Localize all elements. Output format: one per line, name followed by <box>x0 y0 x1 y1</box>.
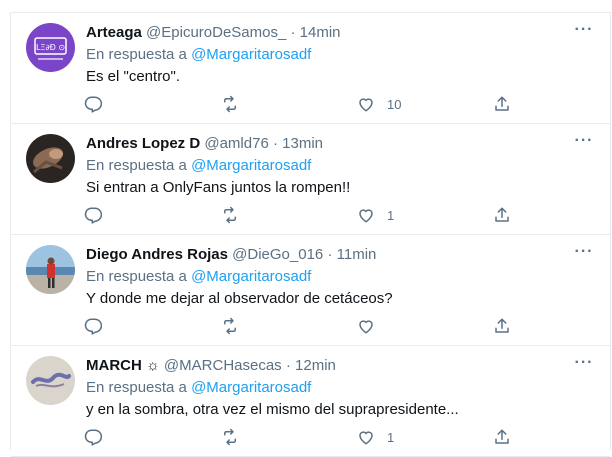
avatar[interactable] <box>26 134 75 183</box>
tweet[interactable]: LΞ∂Ð ⊙ Arteaga @EpicuroDeSamos_ · 14min … <box>11 13 610 124</box>
tweet-header: MARCH ☼ @MARCHasecas · 12min <box>86 356 336 376</box>
like-button[interactable] <box>357 315 387 337</box>
display-name[interactable]: Andres Lopez D <box>86 135 200 152</box>
tweet-text: Es el "centro". <box>86 68 181 85</box>
reply-icon <box>84 318 102 335</box>
reply-button[interactable] <box>84 426 102 448</box>
display-name[interactable]: Arteaga <box>86 24 142 41</box>
separator-dot: · <box>327 246 333 263</box>
reply-prefix: En respuesta a <box>86 157 187 174</box>
reply-context: En respuesta a @Margaritarosadf <box>86 267 311 287</box>
tweet[interactable]: MARCH ☼ @MARCHasecas · 12min ··· En resp… <box>11 346 610 457</box>
username[interactable]: @EpicuroDeSamos_ <box>146 24 286 41</box>
avatar-image <box>26 356 75 405</box>
username[interactable]: @amld76 <box>204 135 268 152</box>
share-icon <box>495 429 509 444</box>
action-bar <box>11 315 610 339</box>
retweet-button[interactable] <box>221 426 239 448</box>
tweet-header: Andres Lopez D @amld76 · 13min <box>86 134 323 154</box>
share-icon <box>495 318 509 333</box>
more-icon[interactable]: ··· <box>574 133 594 154</box>
display-name[interactable]: Diego Andres Rojas <box>86 246 228 263</box>
avatar[interactable] <box>26 356 75 405</box>
avatar-image: LΞ∂Ð ⊙ <box>26 23 75 72</box>
retweet-button[interactable] <box>221 204 239 226</box>
separator-dot: · <box>272 135 278 152</box>
timestamp[interactable]: 12min <box>295 357 336 374</box>
separator-dot: · <box>285 357 291 374</box>
reply-button[interactable] <box>84 93 102 115</box>
username[interactable]: @MARCHasecas <box>164 357 282 374</box>
like-button[interactable]: 1 <box>357 426 394 448</box>
like-button[interactable]: 1 <box>357 204 394 226</box>
reply-prefix: En respuesta a <box>86 46 187 63</box>
heart-icon <box>359 98 373 112</box>
mention-link[interactable]: @Margaritarosadf <box>191 268 311 285</box>
heart-icon <box>359 320 373 334</box>
share-icon <box>495 207 509 222</box>
share-icon <box>495 96 509 111</box>
retweet-button[interactable] <box>221 93 239 115</box>
reply-feed: LΞ∂Ð ⊙ Arteaga @EpicuroDeSamos_ · 14min … <box>10 12 611 457</box>
avatar-image <box>26 134 75 183</box>
more-icon[interactable]: ··· <box>574 355 594 376</box>
username[interactable]: @DieGo_016 <box>232 246 323 263</box>
timestamp[interactable]: 11min <box>337 246 377 263</box>
mention-link[interactable]: @Margaritarosadf <box>191 46 311 63</box>
tweet-text: Y donde me dejar al observador de cetáce… <box>86 290 393 307</box>
reply-context: En respuesta a @Margaritarosadf <box>86 156 311 176</box>
avatar-logo-text: LΞ∂Ð ⊙ <box>36 43 65 52</box>
timestamp[interactable]: 13min <box>282 135 323 152</box>
action-bar: 1 <box>11 426 610 450</box>
avatar[interactable] <box>26 245 75 294</box>
reply-button[interactable] <box>84 204 102 226</box>
like-count: 1 <box>387 207 395 223</box>
tweet-header: Arteaga @EpicuroDeSamos_ · 14min <box>86 23 341 43</box>
display-name[interactable]: MARCH ☼ <box>86 357 160 374</box>
reply-button[interactable] <box>84 315 102 337</box>
share-button[interactable] <box>493 204 511 226</box>
reply-icon <box>84 96 102 113</box>
avatar-image <box>26 245 75 294</box>
like-count: 10 <box>387 96 402 112</box>
heart-icon <box>359 209 373 223</box>
action-bar: 1 <box>11 204 610 228</box>
reply-prefix: En respuesta a <box>86 379 187 396</box>
more-icon[interactable]: ··· <box>574 244 594 265</box>
reply-icon <box>84 429 102 446</box>
retweet-icon <box>224 317 236 335</box>
retweet-icon <box>224 428 236 446</box>
retweet-icon <box>224 206 236 224</box>
reply-icon <box>84 207 102 224</box>
action-bar: 10 <box>11 93 610 117</box>
avatar[interactable]: LΞ∂Ð ⊙ <box>26 23 75 72</box>
retweet-icon <box>224 95 236 113</box>
tweet-text: Si entran a OnlyFans juntos la rompen!! <box>86 179 351 196</box>
timestamp[interactable]: 14min <box>300 24 341 41</box>
separator-dot: · <box>290 24 296 41</box>
retweet-button[interactable] <box>221 315 239 337</box>
reply-context: En respuesta a @Margaritarosadf <box>86 45 311 65</box>
like-count: 1 <box>387 429 395 445</box>
share-button[interactable] <box>493 315 511 337</box>
reply-context: En respuesta a @Margaritarosadf <box>86 378 311 398</box>
more-icon[interactable]: ··· <box>574 22 594 43</box>
tweet[interactable]: Diego Andres Rojas @DieGo_016 · 11min ··… <box>11 235 610 346</box>
share-button[interactable] <box>493 426 511 448</box>
reply-prefix: En respuesta a <box>86 268 187 285</box>
tweet[interactable]: Andres Lopez D @amld76 · 13min ··· En re… <box>11 124 610 235</box>
share-button[interactable] <box>493 93 511 115</box>
tweet-header: Diego Andres Rojas @DieGo_016 · 11min <box>86 245 376 265</box>
mention-link[interactable]: @Margaritarosadf <box>191 157 311 174</box>
heart-icon <box>359 431 373 445</box>
mention-link[interactable]: @Margaritarosadf <box>191 379 311 396</box>
like-button[interactable]: 10 <box>357 93 401 115</box>
tweet-text: y en la sombra, otra vez el mismo del su… <box>86 401 459 418</box>
